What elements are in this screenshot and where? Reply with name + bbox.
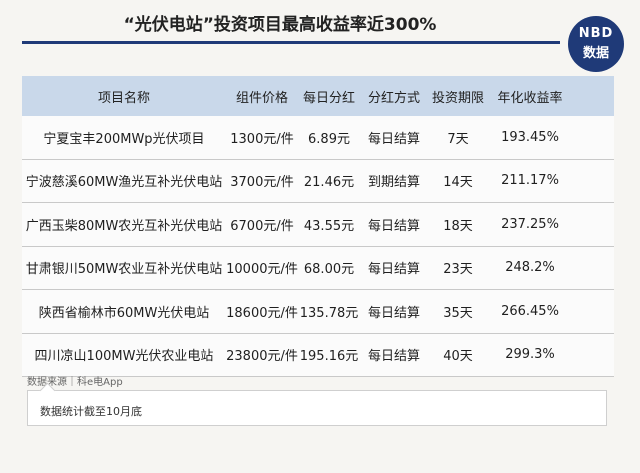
table-header-row: 项目名称 组件价格 每日分红 分红方式 投资期限 年化收益率	[22, 76, 614, 116]
data-table: 项目名称 组件价格 每日分红 分红方式 投资期限 年化收益率 宁夏宝丰200MW…	[22, 76, 614, 377]
table-row: 广西玉柴80MW农光互补光伏电站 6700元/件 43.55元 每日结算 18天…	[22, 203, 614, 247]
cell-term: 40天	[443, 349, 473, 365]
header-term: 投资期限	[431, 90, 484, 106]
data-source: 数据来源｜科e电App	[27, 377, 123, 388]
cell-project-name: 陕西省榆林市60MW光伏电站	[38, 305, 210, 321]
cell-unit-price: 23800元/件	[226, 349, 298, 365]
cell-daily-dividend: 195.16元	[299, 349, 359, 365]
page-title: “光伏电站”投资项目最高收益率近300%	[123, 15, 437, 35]
table-row: 四川凉山100MW光伏农业电站 23800元/件 195.16元 每日结算 40…	[22, 333, 614, 377]
cell-dividend-method: 每日结算	[367, 218, 420, 234]
cell-annual-yield: 193.45%	[501, 129, 559, 145]
cell-daily-dividend: 68.00元	[303, 262, 355, 278]
cell-project-name: 甘肃银川50MW农业互补光伏电站	[25, 262, 223, 278]
table-row: 陕西省榆林市60MW光伏电站 18600元/件 135.78元 每日结算 35天…	[22, 290, 614, 334]
header-dividend-method: 分红方式	[367, 90, 420, 106]
cell-project-name: 四川凉山100MW光伏农业电站	[34, 349, 214, 365]
cell-annual-yield: 266.45%	[501, 303, 559, 319]
cell-term: 18天	[443, 218, 473, 234]
cell-dividend-method: 每日结算	[367, 131, 420, 147]
table-row: 宁波慈溪60MW渔光互补光伏电站 3700元/件 21.46元 到期结算 14天…	[22, 159, 614, 203]
note-text: 数据统计截至10月底	[40, 405, 142, 418]
title-underline	[22, 41, 560, 44]
table-row: 宁夏宝丰200MWp光伏项目 1300元/件 6.89元 每日结算 7天 193…	[22, 116, 614, 160]
cell-unit-price: 10000元/件	[226, 262, 298, 278]
cell-annual-yield: 211.17%	[501, 173, 559, 189]
note-callout: 数据统计截至10月底	[27, 390, 607, 426]
logo-text-nbd: NBD	[578, 26, 614, 41]
cell-project-name: 宁波慈溪60MW渔光互补光伏电站	[25, 175, 223, 191]
cell-daily-dividend: 43.55元	[303, 218, 355, 234]
cell-project-name: 宁夏宝丰200MWp光伏项目	[43, 131, 205, 147]
header-project-name: 项目名称	[97, 90, 150, 106]
cell-unit-price: 6700元/件	[230, 218, 294, 234]
nbd-logo: NBD 数据	[568, 16, 624, 72]
header-annual-yield: 年化收益率	[497, 90, 563, 106]
cell-term: 23天	[443, 262, 473, 278]
cell-unit-price: 1300元/件	[230, 131, 294, 147]
cell-dividend-method: 到期结算	[367, 175, 420, 191]
cell-term: 14天	[443, 175, 473, 191]
header-unit-price: 组件价格	[235, 90, 288, 106]
cell-dividend-method: 每日结算	[367, 262, 420, 278]
cell-unit-price: 18600元/件	[226, 305, 298, 321]
cell-unit-price: 3700元/件	[230, 175, 294, 191]
logo-text-data: 数据	[582, 46, 609, 61]
table-row: 甘肃银川50MW农业互补光伏电站 10000元/件 68.00元 每日结算 23…	[22, 246, 614, 290]
cell-term: 35天	[443, 305, 473, 321]
cell-term: 7天	[447, 131, 469, 147]
title-bar: “光伏电站”投资项目最高收益率近300%	[0, 0, 640, 52]
cell-daily-dividend: 6.89元	[308, 131, 350, 147]
cell-daily-dividend: 21.46元	[303, 175, 355, 191]
cell-annual-yield: 248.2%	[505, 260, 555, 276]
cell-dividend-method: 每日结算	[367, 349, 420, 365]
cell-dividend-method: 每日结算	[367, 305, 420, 321]
cell-annual-yield: 237.25%	[501, 216, 559, 232]
cell-project-name: 广西玉柴80MW农光互补光伏电站	[25, 218, 223, 234]
header-daily-dividend: 每日分红	[302, 90, 355, 106]
cell-annual-yield: 299.3%	[505, 347, 555, 363]
cell-daily-dividend: 135.78元	[299, 305, 359, 321]
